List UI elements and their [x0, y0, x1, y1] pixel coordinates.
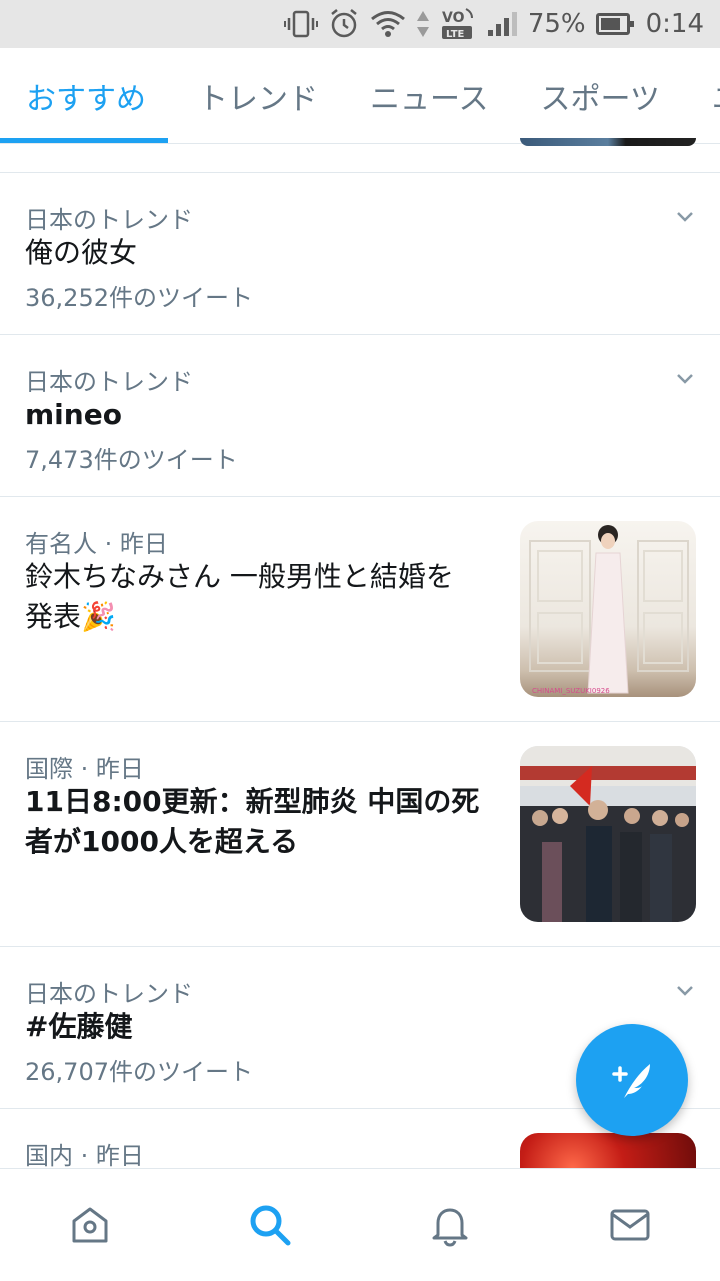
news-context: 国内 · 昨日 [25, 1142, 144, 1170]
home-icon [72, 1207, 108, 1243]
news-item[interactable]: 有名人 · 昨日 鈴木ちなみさん 一般男性と結婚を 発表🎉 CHINAMI_SU… [0, 496, 720, 721]
news-thumbnail[interactable] [520, 746, 696, 922]
trend-title: 俺の彼女 [25, 236, 138, 269]
tweet-count: 36,252件のツイート [25, 284, 253, 312]
battery-percent: 75% [527, 9, 586, 39]
tweet-count: 26,707件のツイート [25, 1058, 253, 1086]
clock: 0:14 [645, 9, 704, 39]
previous-item-thumbnail [520, 138, 696, 146]
bottom-navigation [0, 1168, 720, 1281]
news-headline-line2: 発表🎉 [25, 600, 116, 633]
news-item[interactable]: 国際 · 昨日 11日8:00更新：新型肺炎 中国の死 者が1000人を超える [0, 721, 720, 946]
volte-label: VO [442, 10, 465, 26]
trend-item[interactable]: 日本のトレンド mineo 7,473件のツイート [0, 334, 720, 496]
vibrate-icon [283, 10, 318, 38]
trend-item[interactable]: 日本のトレンド 俺の彼女 36,252件のツイート [0, 172, 720, 334]
trend-title: #佐藤健 [25, 1010, 133, 1043]
explore-tabs: おすすめ トレンド ニュース スポーツ ユ [0, 48, 720, 144]
tab-trends[interactable]: トレンド [172, 48, 344, 144]
signal-icon [486, 10, 518, 38]
mail-icon [610, 1209, 650, 1241]
tab-recommended[interactable]: おすすめ [0, 48, 172, 144]
trend-title: mineo [25, 398, 122, 431]
news-thumbnail[interactable]: CHINAMI_SUZUKI0926 [520, 521, 696, 697]
alarm-icon [328, 8, 360, 40]
trend-context: 日本のトレンド [25, 206, 193, 234]
search-icon [250, 1205, 291, 1246]
tab-sports[interactable]: スポーツ [515, 48, 686, 144]
chevron-down-icon[interactable] [676, 208, 694, 226]
svg-text:LTE: LTE [446, 29, 465, 40]
nav-notifications-button[interactable] [426, 1201, 474, 1249]
status-bar: VO LTE 75% 0:14 [0, 0, 720, 48]
trend-context: 日本のトレンド [25, 980, 193, 1008]
news-context: 国際 · 昨日 [25, 755, 144, 783]
news-headline-line2: 者が1000人を超える [25, 825, 299, 858]
data-arrows-icon [416, 9, 430, 39]
compose-tweet-icon [612, 1064, 650, 1098]
chevron-down-icon[interactable] [676, 982, 694, 1000]
volte-icon: VO LTE [440, 6, 476, 42]
thumbnail-caption: CHINAMI_SUZUKI0926 [532, 687, 610, 695]
battery-icon [595, 13, 634, 35]
wifi-icon [370, 10, 406, 38]
nav-search-button[interactable] [246, 1201, 294, 1249]
tab-entertainment[interactable]: ユ [686, 48, 720, 144]
bell-icon [432, 1208, 468, 1247]
tweet-count: 7,473件のツイート [25, 446, 238, 474]
tab-news[interactable]: ニュース [344, 48, 515, 144]
news-headline-line1: 11日8:00更新：新型肺炎 中国の死 [25, 785, 480, 818]
nav-messages-button[interactable] [606, 1201, 654, 1249]
nav-home-button[interactable] [66, 1201, 114, 1249]
compose-tweet-button[interactable] [576, 1024, 688, 1136]
chevron-down-icon[interactable] [676, 370, 694, 388]
trend-context: 日本のトレンド [25, 368, 193, 396]
news-headline-line1: 鈴木ちなみさん 一般男性と結婚を [25, 560, 454, 593]
news-context: 有名人 · 昨日 [25, 530, 168, 558]
